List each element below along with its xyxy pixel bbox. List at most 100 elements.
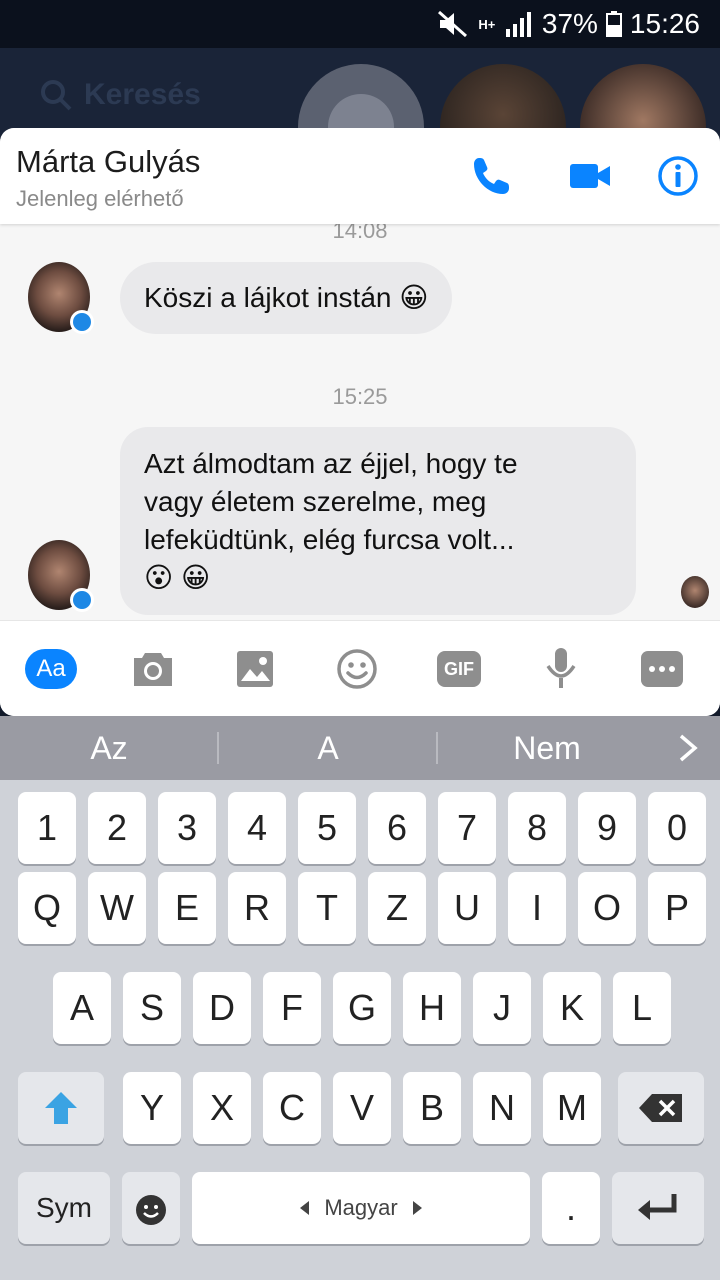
key-e[interactable]: E: [158, 872, 216, 944]
space-key[interactable]: Magyar: [192, 1172, 530, 1244]
key-label: B: [419, 1087, 444, 1128]
more-icon: [641, 651, 683, 687]
messenger-badge-icon: [70, 588, 94, 612]
key-p[interactable]: P: [648, 872, 706, 944]
key-8[interactable]: 8: [508, 792, 566, 864]
gif-button[interactable]: GIF: [431, 641, 487, 697]
key-r[interactable]: R: [228, 872, 286, 944]
key-4[interactable]: 4: [228, 792, 286, 864]
key-label: 0: [666, 807, 688, 848]
shift-key[interactable]: [18, 1072, 104, 1144]
avatar[interactable]: [28, 262, 94, 334]
key-s[interactable]: S: [123, 972, 181, 1044]
contact-name[interactable]: Márta Gulyás: [16, 144, 200, 180]
message-list[interactable]: 14:08 Köszi a lájkot instán 😀 15:25 Azt …: [0, 218, 720, 620]
backspace-key[interactable]: [618, 1072, 704, 1144]
key-7[interactable]: 7: [438, 792, 496, 864]
key-9[interactable]: 9: [578, 792, 636, 864]
key-t[interactable]: T: [298, 872, 356, 944]
key-h[interactable]: H: [403, 972, 461, 1044]
text-input-button[interactable]: Aa: [23, 641, 79, 697]
sym-label: Sym: [36, 1192, 92, 1223]
camera-button[interactable]: [125, 641, 181, 697]
message-bubble[interactable]: Köszi a lájkot instán 😀: [120, 262, 453, 334]
backspace-icon: [639, 1094, 682, 1122]
key-i[interactable]: I: [508, 872, 566, 944]
key-y[interactable]: Y: [123, 1072, 181, 1144]
key-b[interactable]: B: [403, 1072, 461, 1144]
more-button[interactable]: [634, 641, 690, 697]
key-label: P: [664, 887, 689, 928]
emoji-icon: [337, 649, 377, 689]
key-0[interactable]: 0: [648, 792, 706, 864]
key-label: 6: [386, 807, 408, 848]
key-label: Y: [139, 1087, 164, 1128]
key-l[interactable]: L: [613, 972, 671, 1044]
search-bar[interactable]: Keresés: [40, 78, 201, 112]
key-j[interactable]: J: [473, 972, 531, 1044]
key-u[interactable]: U: [438, 872, 496, 944]
emoji-key[interactable]: [122, 1172, 180, 1244]
key-label: J: [493, 987, 511, 1028]
key-g[interactable]: G: [333, 972, 391, 1044]
key-c[interactable]: C: [263, 1072, 321, 1144]
battery-percent: 37%: [541, 8, 598, 39]
key-label: C: [279, 1087, 305, 1128]
emoji-icon: [136, 1195, 166, 1225]
keyboard-suggestion-bar: Az A Nem: [0, 716, 720, 780]
key-3[interactable]: 3: [158, 792, 216, 864]
composer-toolbar: Aa GIF: [0, 620, 720, 716]
message-line: lefeküdtünk, elég furcsa volt...: [144, 524, 515, 555]
key-z[interactable]: Z: [368, 872, 426, 944]
gif-icon: GIF: [437, 651, 481, 687]
suggestion-2[interactable]: A: [219, 730, 437, 767]
search-icon: [41, 80, 72, 111]
key-w[interactable]: W: [88, 872, 146, 944]
aa-icon: Aa: [25, 649, 77, 689]
arrow-left-icon: [300, 1201, 310, 1215]
sym-key[interactable]: Sym: [18, 1172, 110, 1244]
key-k[interactable]: K: [543, 972, 601, 1044]
chat-window: Márta Gulyás Jelenleg elérhető 14:08 Kös…: [0, 128, 720, 716]
key-label: 7: [456, 807, 478, 848]
key-label: Q: [32, 887, 61, 928]
emoji-button[interactable]: [329, 641, 385, 697]
info-icon[interactable]: [656, 154, 700, 198]
chevron-right-icon[interactable]: [676, 734, 700, 762]
key-x[interactable]: X: [193, 1072, 251, 1144]
key-m[interactable]: M: [543, 1072, 601, 1144]
key-label: 1: [36, 807, 58, 848]
key-label: K: [559, 987, 584, 1028]
gallery-button[interactable]: [227, 641, 283, 697]
message-line: 😮 😀: [144, 562, 211, 593]
key-6[interactable]: 6: [368, 792, 426, 864]
video-camera-icon[interactable]: [568, 154, 612, 198]
message-bubble[interactable]: Azt álmodtam az éjjel, hogy te vagy élet…: [120, 427, 636, 615]
period-key[interactable]: .: [542, 1172, 600, 1244]
key-label: 3: [176, 807, 198, 848]
key-label: 8: [526, 807, 548, 848]
key-q[interactable]: Q: [18, 872, 76, 944]
key-v[interactable]: V: [333, 1072, 391, 1144]
microphone-button[interactable]: [533, 641, 589, 697]
phone-icon[interactable]: [470, 154, 514, 198]
suggestion-1[interactable]: Az: [0, 730, 218, 767]
key-a[interactable]: A: [53, 972, 111, 1044]
microphone-icon: [546, 648, 576, 688]
space-language-label: Magyar: [324, 1195, 398, 1220]
key-n[interactable]: N: [473, 1072, 531, 1144]
avatar[interactable]: [28, 540, 94, 612]
enter-icon: [638, 1194, 677, 1220]
key-o[interactable]: O: [578, 872, 636, 944]
key-1[interactable]: 1: [18, 792, 76, 864]
key-d[interactable]: D: [193, 972, 251, 1044]
key-2[interactable]: 2: [88, 792, 146, 864]
key-f[interactable]: F: [263, 972, 321, 1044]
key-label: 9: [596, 807, 618, 848]
key-5[interactable]: 5: [298, 792, 356, 864]
mute-icon: [437, 10, 467, 38]
key-label: S: [139, 987, 164, 1028]
enter-key[interactable]: [612, 1172, 704, 1244]
message-line: Azt álmodtam az éjjel, hogy te: [144, 448, 518, 479]
suggestion-3[interactable]: Nem: [438, 730, 656, 767]
